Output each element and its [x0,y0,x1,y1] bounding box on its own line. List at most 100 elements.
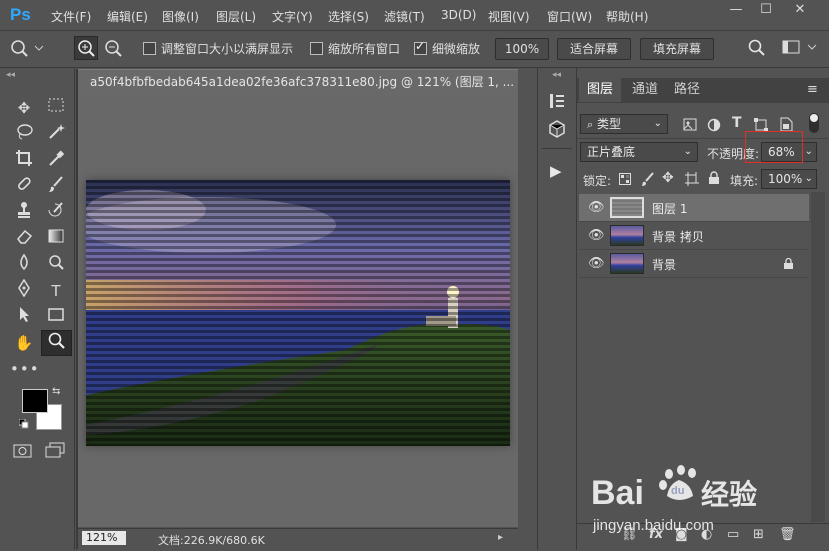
menu-window[interactable]: 窗口(W) [547,8,592,25]
tab-channels[interactable]: 通道 [623,78,667,102]
checkbox-icon [143,42,156,55]
search-icon: ⌕ [587,118,594,131]
document-tab[interactable]: a50f4bfbfbedab645a1dea02fe36afc378311e80… [78,69,518,95]
healing-brush-icon[interactable] [10,175,38,199]
filter-toggle[interactable] [809,113,819,133]
layer-name[interactable]: 图层 1 [652,200,687,217]
more-tools-icon[interactable]: ••• [10,357,39,381]
crop-tool-icon[interactable] [10,149,38,173]
tab-paths[interactable]: 路径 [668,78,706,102]
menu-select[interactable]: 选择(S) [328,8,369,25]
workspace-icon[interactable] [782,39,822,60]
foreground-color-swatch-top [22,389,48,413]
brush-tool-icon[interactable] [42,175,70,199]
default-colors-icon[interactable] [18,418,29,429]
checkbox-icon [310,42,323,55]
clone-stamp-icon[interactable] [10,201,38,225]
filter-type-icon[interactable]: T [732,115,742,131]
layer-row[interactable]: 👁 背景 [579,250,809,278]
lock-image-icon[interactable] [641,172,655,189]
move-tool-icon[interactable]: ✥ [10,96,38,120]
lock-label: 锁定: [583,174,612,188]
document-image[interactable] [76,180,510,446]
actions-play-icon[interactable]: ▶ [550,162,562,180]
canvas-area[interactable] [76,95,518,527]
fill-label: 填充: [730,174,759,188]
quick-mask-icon[interactable] [13,443,33,462]
chevron-down-icon: ⌄ [804,173,813,184]
zoom-in-icon[interactable] [74,36,98,60]
swap-colors-icon[interactable]: ⇆ [52,386,60,397]
path-selection-icon[interactable] [10,305,38,329]
fill-screen-button[interactable]: 填充屏幕 [640,38,714,60]
close-button[interactable]: ✕ [786,0,814,22]
menu-edit[interactable]: 编辑(E) [107,8,148,25]
menu-3d[interactable]: 3D(D) [441,8,476,22]
svg-text:jingyan.baidu.com: jingyan.baidu.com [592,517,714,534]
zoom-out-icon[interactable] [102,37,124,62]
history-panel-icon[interactable] [548,92,566,113]
tab-layers[interactable]: 图层 [579,78,621,102]
fill-field[interactable]: 100% ⌄ [761,169,817,189]
blur-tool-icon[interactable] [10,253,38,277]
rectangle-tool-icon[interactable] [42,305,70,329]
layer-name[interactable]: 背景 拷贝 [652,228,704,245]
menu-view[interactable]: 视图(V) [488,8,530,25]
layer-row[interactable]: 👁 图层 1 [579,194,809,222]
zoom-all-windows-checkbox[interactable]: 缩放所有窗口 [310,40,400,57]
filter-label: 类型 [597,117,622,131]
menu-image[interactable]: 图像(I) [162,8,199,25]
layer-row[interactable]: 👁 背景 拷贝 [579,222,809,250]
minimize-button[interactable]: — [722,0,750,22]
layer-name[interactable]: 背景 [652,256,676,273]
gradient-tool-icon[interactable] [42,227,70,251]
eye-icon[interactable]: 👁 [588,200,605,215]
eraser-tool-icon[interactable] [10,227,38,251]
resize-windows-checkbox[interactable]: 调整窗口大小以满屏显示 [143,40,293,57]
hand-tool-icon[interactable]: ✋ [10,331,38,355]
menu-type[interactable]: 文字(Y) [272,8,313,25]
zoom-tool-icon[interactable] [41,330,72,356]
status-menu-icon[interactable]: ▸ [498,532,503,543]
fit-screen-button[interactable]: 适合屏幕 [557,38,631,60]
canvas-right-gutter [518,69,536,549]
layer-filter-select[interactable]: ⌕ 类型 ⌄ [580,114,668,134]
collapse-strip-icon[interactable]: ◂◂ [552,70,561,80]
filter-pixel-icon[interactable] [683,118,697,134]
eye-icon[interactable]: 👁 [588,256,605,271]
scrubby-zoom-checkbox[interactable]: 细微缩放 [414,39,480,57]
panel-menu-icon[interactable]: ≡ [807,82,818,97]
search-icon[interactable] [747,38,767,61]
magic-wand-icon[interactable] [42,123,70,147]
zoom-percent-field[interactable]: 100% [495,38,549,60]
type-tool-icon[interactable]: T [42,279,70,303]
eyedropper-icon[interactable] [42,149,70,173]
zoom-tool-preset-icon[interactable] [8,37,48,62]
menu-filter[interactable]: 滤镜(T) [384,8,425,25]
layer-thumbnail [610,253,644,274]
maximize-button[interactable]: ☐ [752,0,780,22]
zoom-status-field[interactable]: 121% [82,531,126,545]
lock-artboard-icon[interactable] [685,172,699,189]
screen-mode-icon[interactable] [44,441,66,462]
3d-panel-icon[interactable] [548,120,566,141]
fill-value: 100% [768,172,803,186]
lock-pixels-icon[interactable] [619,173,631,188]
blend-mode-select[interactable]: 正片叠底 ⌄ [580,142,698,162]
filter-adjustment-icon[interactable] [707,118,721,135]
collapse-icon[interactable]: ◂◂ [6,70,15,80]
menu-bar: Ps 文件(F) 编辑(E) 图像(I) 图层(L) 文字(Y) 选择(S) 滤… [0,0,829,31]
marquee-tool-icon[interactable] [42,96,70,120]
resize-windows-label: 调整窗口大小以满屏显示 [161,42,294,56]
menu-layer[interactable]: 图层(L) [216,8,256,25]
eye-icon[interactable]: 👁 [588,228,605,243]
lock-position-icon[interactable]: ✥ [662,170,674,186]
chevron-down-icon: ⌄ [653,118,662,129]
lasso-tool-icon[interactable] [10,123,38,147]
history-brush-icon[interactable] [42,201,70,225]
dodge-tool-icon[interactable] [42,253,70,277]
pen-tool-icon[interactable] [10,278,38,303]
menu-file[interactable]: 文件(F) [51,8,91,25]
lock-all-icon[interactable] [708,171,720,188]
menu-help[interactable]: 帮助(H) [606,8,648,25]
